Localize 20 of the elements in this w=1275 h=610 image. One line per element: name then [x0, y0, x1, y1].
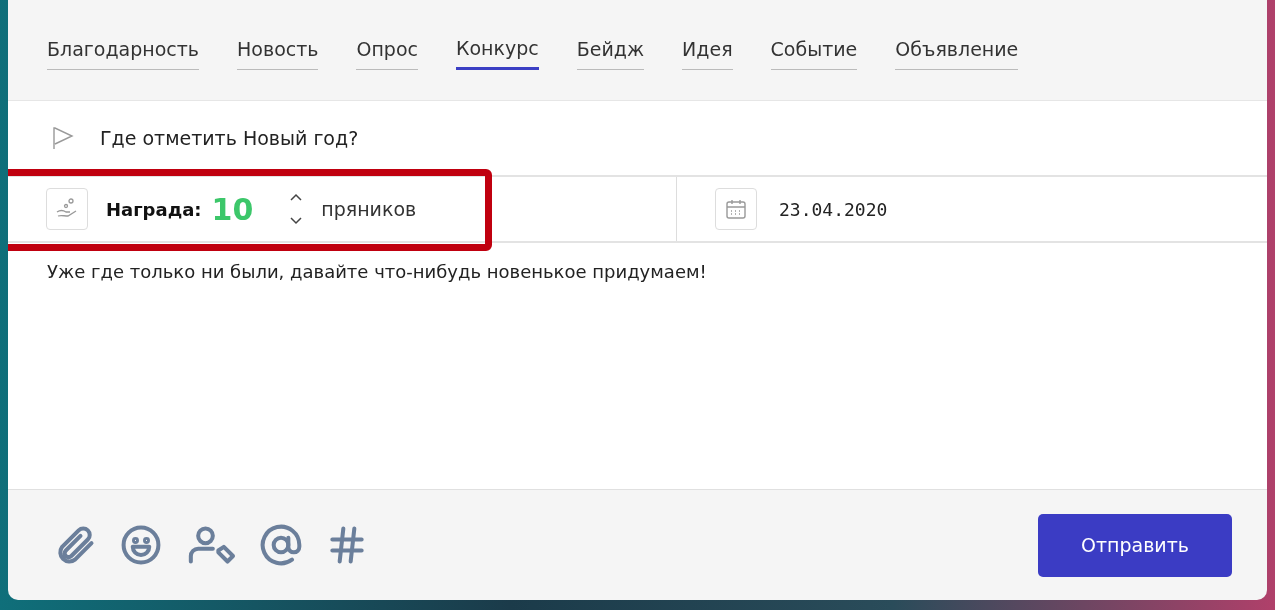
stepper-arrows-icon[interactable] [289, 192, 304, 226]
post-type-tab[interactable]: Новость [237, 36, 319, 70]
date-field[interactable]: 23.04.2020 [779, 198, 888, 220]
title-field[interactable]: Где отметить Новый год? [100, 127, 359, 149]
post-type-tab[interactable]: Конкурс [456, 36, 539, 70]
emoji-icon[interactable] [119, 523, 163, 567]
post-type-tab[interactable]: Идея [682, 36, 733, 70]
send-button[interactable]: Отправить [1038, 513, 1232, 577]
flag-icon [52, 126, 74, 150]
post-type-tab[interactable]: Событие [770, 36, 858, 70]
body-text-field[interactable]: Уже где только ни были, давайте что-нибудь новенькое придумаем! [47, 261, 707, 282]
post-type-tab[interactable]: Благодарность [47, 36, 200, 70]
post-type-tab[interactable]: Опрос [356, 36, 418, 70]
date-picker-button[interactable] [715, 188, 757, 230]
post-type-tab[interactable]: Бейдж [576, 36, 645, 70]
reward-label: Награда: [106, 198, 202, 220]
post-type-tab[interactable]: Объявление [895, 36, 1019, 70]
at-sign-icon[interactable] [259, 523, 303, 567]
calendar-icon [724, 197, 748, 221]
reward-unit: пряников [321, 198, 417, 220]
